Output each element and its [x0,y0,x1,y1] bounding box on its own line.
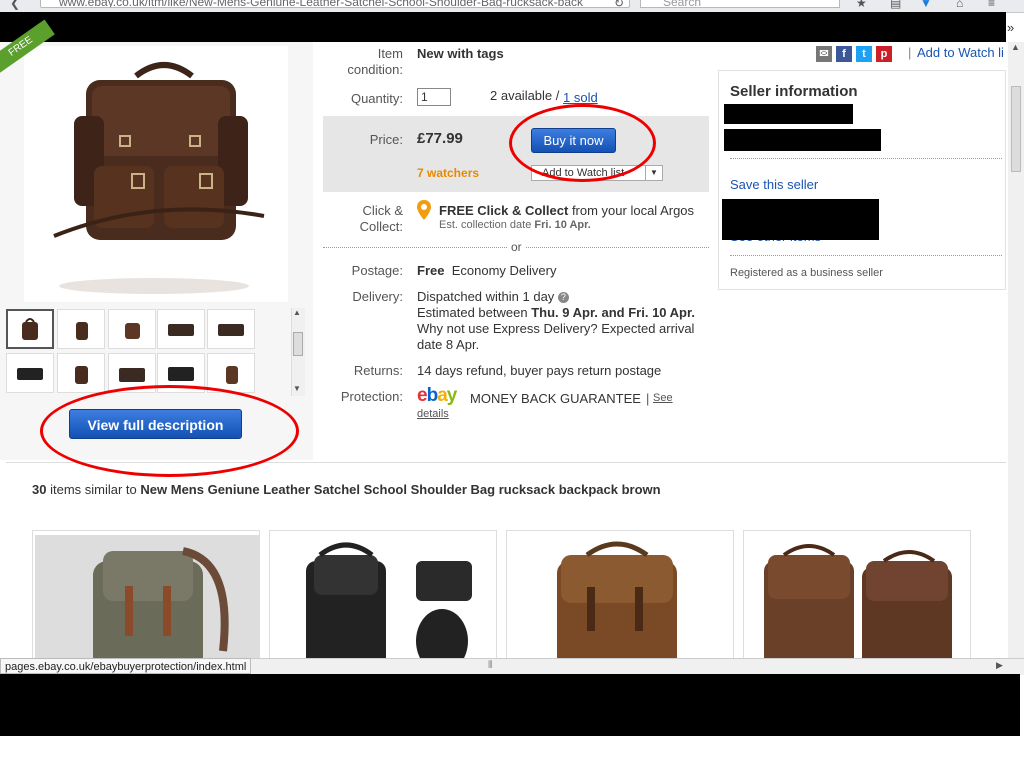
email-icon[interactable]: ✉ [816,45,832,62]
collection-est-label: Est. collection date [439,219,532,231]
chevron-down-icon[interactable]: ▼ [645,166,662,180]
ebay-logo-y: y [446,385,458,406]
postage-type: Economy Delivery [451,263,557,278]
similar-label: items similar to [50,482,137,497]
similar-item-card[interactable] [269,530,497,670]
or-separator: or [507,240,526,254]
thumbnail[interactable] [6,353,54,393]
delivery-est-dates: Thu. 9 Apr. and Fri. 10 Apr. [531,305,695,320]
scroll-thumb[interactable] [293,332,303,356]
facebook-icon[interactable]: f [836,45,852,62]
similar-item-card[interactable] [506,530,734,670]
click-collect-label: Click & Collect: [359,203,403,234]
add-to-watch-list-link[interactable]: Add to Watch li [917,45,1004,60]
condition-label: Item condition: [347,46,403,77]
thumbnail[interactable] [6,309,54,349]
thumbnail[interactable] [57,309,105,349]
redacted-seller-name [724,104,853,124]
thumbnail[interactable] [157,309,205,349]
scroll-grip-icon[interactable]: ⦀ [488,660,492,671]
delivery-dispatch: Dispatched within 1 day ? [417,289,569,305]
browser-search-input[interactable]: Search [640,0,840,9]
thumbnail[interactable] [57,353,105,393]
toolbar-overflow-icon[interactable]: » [1007,20,1014,35]
annotation-ellipse-view-description [40,385,299,477]
see-separator: | [646,391,650,406]
redacted-bottom [0,674,1020,736]
collection-estimate: Est. collection date Fri. 10 Apr. [439,219,591,231]
postage-value: Free Economy Delivery [417,263,556,279]
available-text: 2 available / [490,88,560,103]
menu-icon[interactable]: ≡ [988,0,995,10]
share-bar: ✉ f t p [816,45,896,62]
price-value: £77.99 [417,130,463,147]
delivery-label: Delivery: [352,289,403,304]
postage-label: Postage: [351,263,403,278]
thumbnail[interactable] [207,309,255,349]
postage-free: Free [417,263,445,278]
main-product-image[interactable] [24,46,288,302]
quantity-input[interactable]: 1 [417,88,451,106]
thumbnail-scrollbar[interactable]: ▲ ▼ [291,308,305,396]
collection-date: Fri. 10 Apr. [534,219,591,231]
returns-label: Returns: [353,363,403,378]
seller-divider-2 [730,255,1002,256]
click-collect-text: FREE Click & Collect from your local Arg… [439,203,694,219]
redacted-toolbar [0,12,1006,42]
express-delivery-date: date 8 Apr. [417,337,480,352]
delivery-dispatch-text: Dispatched within 1 day [417,289,555,304]
registered-business-text: Registered as a business seller [730,267,883,279]
seller-info-title: Seller information [730,83,858,100]
similar-item-card[interactable] [32,530,260,670]
ebay-logo: ebay [417,385,458,407]
home-icon[interactable]: ⌂ [956,0,963,10]
returns-value: 14 days refund, buyer pays return postag… [417,363,662,378]
back-icon[interactable]: ❮ [10,0,20,10]
delivery-estimate: Estimated between Thu. 9 Apr. and Fri. 1… [417,305,695,321]
express-delivery-text: Why not use Express Delivery? Expected a… [417,321,695,336]
status-bar-url: pages.ebay.co.uk/ebaybuyerprotection/ind… [0,658,252,674]
pinterest-icon[interactable]: p [876,45,892,62]
click-collect-title: FREE Click & Collect [439,203,569,218]
condition-value: New with tags [417,46,504,61]
quantity-label: Quantity: [350,91,403,106]
ebay-logo-a: a [437,385,448,406]
address-bar[interactable]: www.ebay.co.uk/itm/like/New-Mens-Geniune… [40,0,630,8]
similar-item-card[interactable] [743,530,971,670]
watchers-text: 7 watchers [417,166,480,180]
money-back-guarantee: MONEY BACK GUARANTEE [470,391,641,406]
star-icon[interactable]: ★ [856,0,867,10]
page-scroll-thumb[interactable] [1011,86,1021,172]
redacted-seller-links [722,199,879,240]
help-icon[interactable]: ? [557,292,569,304]
scroll-up-icon[interactable]: ▲ [1011,42,1020,52]
scroll-right-icon[interactable]: ▶ [996,660,1003,671]
reload-icon[interactable]: ↻ [614,0,624,10]
thumbnail[interactable] [108,309,156,349]
similar-items-heading: 30 items similar to New Mens Geniune Lea… [32,482,661,497]
scroll-down-icon[interactable]: ▼ [293,384,301,393]
save-seller-link[interactable]: Save this seller [730,177,818,192]
redacted-seller-feedback [724,129,881,151]
ebay-logo-e: e [417,385,428,406]
details-link[interactable]: details [417,408,449,420]
similar-count: 30 [32,482,47,497]
protection-label: Protection: [340,389,403,404]
click-collect-rest: from your local Argos [571,203,695,218]
twitter-icon[interactable]: t [856,45,872,62]
price-label: Price: [369,132,403,147]
annotation-ellipse-buy-now [509,104,656,182]
share-divider: | [908,45,912,60]
map-pin-icon [417,200,431,220]
similar-title[interactable]: New Mens Geniune Leather Satchel School … [140,482,660,497]
pocket-icon[interactable]: ▼ [920,0,932,10]
ebay-logo-b: b [426,385,439,406]
bookmarks-icon[interactable]: ▤ [890,0,901,10]
see-link[interactable]: See [653,392,673,404]
seller-divider [730,158,1002,159]
delivery-est-prefix: Estimated between [417,305,528,320]
scroll-up-icon[interactable]: ▲ [293,308,301,317]
